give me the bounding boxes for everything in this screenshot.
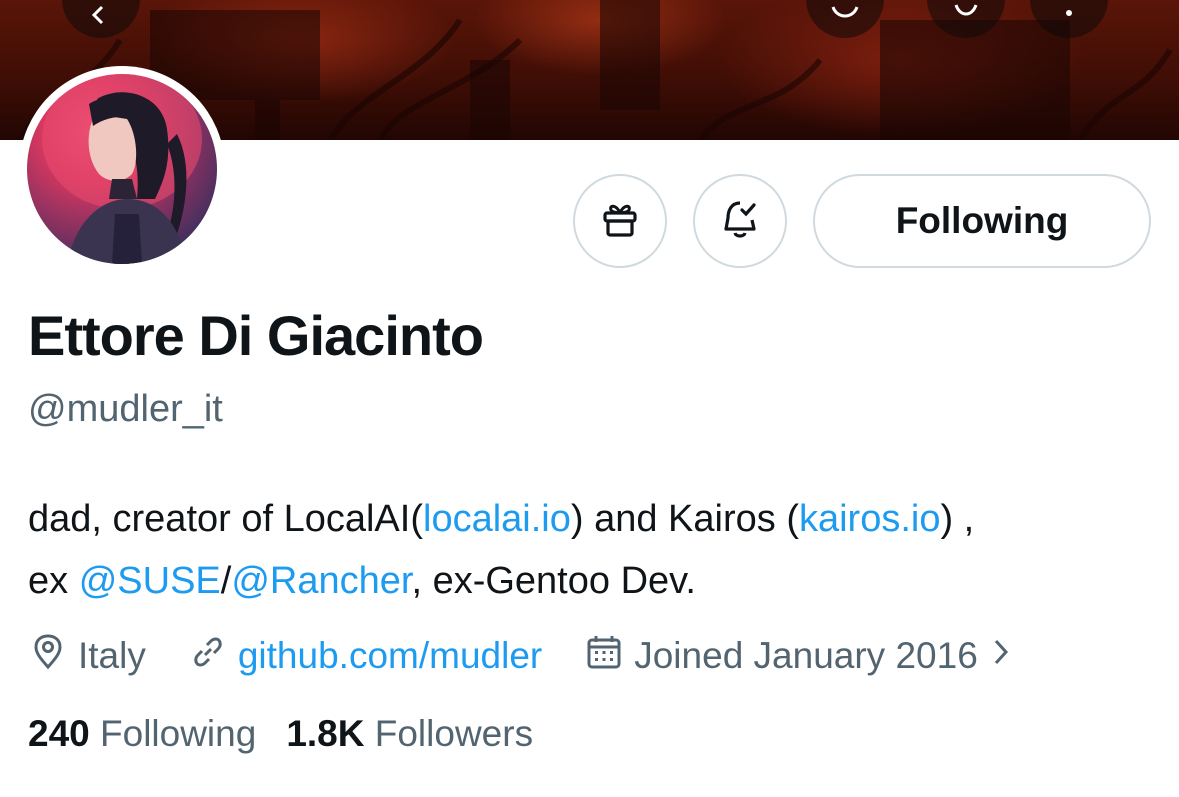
followers-count: 1.8K <box>286 713 365 754</box>
profile-stats: 240 Following 1.8K Followers <box>28 713 563 755</box>
back-arrow-icon <box>86 3 116 38</box>
bio-mention-suse[interactable]: @SUSE <box>79 560 221 602</box>
location-item: Italy <box>28 632 146 681</box>
bio-link-localai[interactable]: localai.io <box>423 498 571 540</box>
gift-button[interactable] <box>573 174 667 268</box>
search-icon <box>948 1 984 38</box>
gift-icon <box>597 196 643 247</box>
calendar-icon <box>584 632 634 681</box>
link-icon <box>188 632 238 681</box>
profile-bio: dad, creator of LocalAI(localai.io) and … <box>28 488 1158 612</box>
bio-text: ex <box>28 560 79 602</box>
followers-stat[interactable]: 1.8K Followers <box>286 713 533 755</box>
bio-text: ) , <box>940 498 975 540</box>
notifications-button[interactable] <box>693 174 787 268</box>
avatar[interactable] <box>19 66 225 272</box>
following-label: Following <box>100 713 257 754</box>
repost-icon <box>827 1 863 38</box>
bio-text: ) and Kairos ( <box>570 498 799 540</box>
bio-separator: / <box>220 560 232 602</box>
following-button[interactable]: Following <box>813 174 1151 268</box>
following-count: 240 <box>28 713 90 754</box>
location-text: Italy <box>78 635 146 676</box>
bio-text: dad, creator of LocalAI( <box>28 498 423 540</box>
location-pin-icon <box>28 632 78 681</box>
website-link[interactable]: github.com/mudler <box>238 635 542 677</box>
notification-bell-check-icon <box>717 196 763 247</box>
following-stat[interactable]: 240 Following <box>28 713 256 755</box>
profile-name: Ettore Di Giacinto <box>28 304 484 367</box>
more-icon <box>1051 1 1087 38</box>
joined-item[interactable]: Joined January 2016 <box>584 632 1022 681</box>
website-item[interactable]: github.com/mudler <box>188 632 542 681</box>
profile-handle: @mudler_it <box>28 388 223 430</box>
chevron-right-icon <box>990 635 1022 677</box>
avatar-image <box>27 74 217 264</box>
bio-mention-rancher[interactable]: @Rancher <box>231 560 411 602</box>
bio-text: , ex-Gentoo Dev. <box>411 560 696 602</box>
profile-meta: Italy github.com/mudler Joined January 2… <box>28 628 1064 684</box>
joined-text: Joined January 2016 <box>634 635 978 676</box>
followers-label: Followers <box>374 713 534 754</box>
bio-link-kairos[interactable]: kairos.io <box>799 498 941 540</box>
